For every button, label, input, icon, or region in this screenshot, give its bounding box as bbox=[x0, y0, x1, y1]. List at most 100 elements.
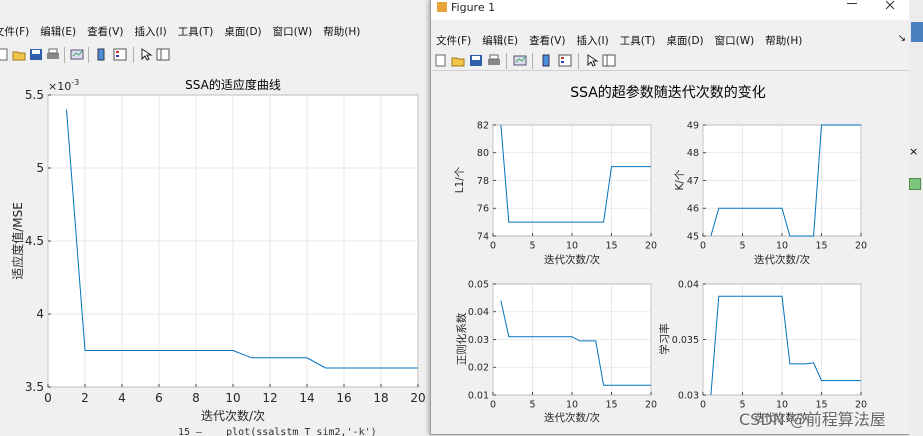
right-titlebar: Figure 1 bbox=[431, 0, 909, 20]
menu-tools[interactable]: 工具(T) bbox=[620, 33, 656, 48]
toolbar-separator bbox=[578, 53, 579, 69]
subplot-reg-ylabel: 正则化系数 bbox=[455, 312, 468, 365]
fitness-curve-plot: 0 2 4 6 8 10 12 14 16 18 20 3.5 4 4.5 5 5.5 SSA的适应度曲线 ×… bbox=[10, 77, 426, 423]
figure-title: SSA的超参数随迭代次数的变化 bbox=[570, 84, 766, 101]
y-axis-label: 适应度值/MSE bbox=[10, 202, 25, 280]
y-tick-label: 5.5 bbox=[25, 88, 44, 102]
x-tick-label: 0 bbox=[490, 400, 496, 411]
y-tick-label: 74 bbox=[477, 231, 489, 242]
x-tick-label: 10 bbox=[776, 241, 788, 252]
edge-blue-tab bbox=[911, 22, 923, 42]
y-tick-label: 48 bbox=[687, 148, 699, 159]
pointer-arrow-icon[interactable] bbox=[585, 54, 599, 67]
y-tick-label: 78 bbox=[477, 176, 489, 187]
save-icon[interactable] bbox=[469, 54, 483, 67]
y-tick-label: 0.04 bbox=[468, 307, 489, 318]
x-tick-label: 5 bbox=[529, 400, 535, 411]
code-line: 15 — plot(ssalstm_T_sim2,'-k') bbox=[178, 427, 377, 436]
x-tick-label: 2 bbox=[81, 391, 89, 405]
x-tick-label: 12 bbox=[262, 391, 277, 405]
x-tick-label: 0 bbox=[700, 400, 706, 411]
x-tick-label: 20 bbox=[645, 241, 657, 252]
subplot-k: 0 5 10 15 20 45 46 47 48 49 迭代次数/次 K/个 bbox=[674, 120, 867, 266]
y-tick-label: 47 bbox=[687, 176, 699, 187]
window-title: Figure 1 bbox=[451, 1, 496, 14]
x-tick-label: 10 bbox=[225, 391, 240, 405]
y-tick-label: 3.5 bbox=[25, 380, 44, 394]
new-file-icon[interactable] bbox=[434, 54, 448, 67]
toolbar-separator bbox=[506, 53, 507, 69]
print-icon[interactable] bbox=[487, 54, 501, 67]
x-tick-label: 20 bbox=[645, 400, 657, 411]
subplot-k-xlabel: 迭代次数/次 bbox=[754, 253, 811, 266]
legend-icon[interactable] bbox=[558, 54, 572, 67]
right-toolbar bbox=[431, 51, 909, 71]
code-text: plot(ssalstm_T_sim2,'-k') bbox=[226, 427, 377, 436]
x-tick-label: 0 bbox=[490, 241, 496, 252]
x-tick-label: 5 bbox=[529, 241, 535, 252]
left-figure-window: 文件(F)编辑(E)查看(V)插入(I)工具(T)桌面(D)窗口(W)帮助(H)… bbox=[0, 0, 432, 436]
close-icon[interactable] bbox=[885, 0, 895, 10]
background-edge-strip: × bbox=[909, 0, 923, 436]
subplot-learning-rate: 0 5 10 15 200.030.0350.04 迭代次数/次 学习率 bbox=[658, 279, 867, 424]
y-tick-label: 0.05 bbox=[468, 279, 489, 290]
subplot-l1-ylabel: L1/个 bbox=[454, 166, 466, 193]
y-tick-label: 5 bbox=[36, 161, 44, 175]
y-tick-label: 0.04 bbox=[678, 279, 699, 290]
colorbar-icon[interactable] bbox=[539, 54, 553, 67]
x-tick-label: 15 bbox=[605, 241, 617, 252]
x-tick-label: 6 bbox=[155, 391, 163, 405]
x-tick-label: 16 bbox=[336, 391, 351, 405]
subplot-lr-ylabel: 学习率 bbox=[658, 323, 671, 355]
figure-app-icon bbox=[437, 2, 447, 12]
y-tick-label: 0.01 bbox=[468, 390, 489, 401]
menu-help[interactable]: 帮助(H) bbox=[765, 33, 802, 48]
x-tick-label: 0 bbox=[700, 241, 706, 252]
x-axis-label: 迭代次数/次 bbox=[201, 408, 265, 423]
edge-close-icon[interactable]: × bbox=[909, 145, 918, 158]
dock-arrow-icon[interactable]: ↘ bbox=[898, 33, 906, 44]
subplot-l1-xlabel: 迭代次数/次 bbox=[544, 253, 601, 266]
y-tick-label: 0.02 bbox=[468, 363, 489, 374]
y-tick-label: 4.5 bbox=[25, 234, 44, 248]
x-tick-label: 8 bbox=[192, 391, 200, 405]
x-tick-label: 4 bbox=[118, 391, 126, 405]
hyperparameter-figure: SSA的超参数随迭代次数的变化 0 5 10 15 20 74 76 78 80 82 迭代次数/… bbox=[454, 84, 867, 424]
menu-insert[interactable]: 插入(I) bbox=[576, 33, 608, 48]
y-exponent-label: ×10-3 bbox=[48, 78, 79, 93]
open-folder-icon[interactable] bbox=[451, 54, 465, 67]
x-tick-label: 15 bbox=[815, 241, 827, 252]
toolbar-divider bbox=[431, 70, 909, 71]
menu-window[interactable]: 窗口(W) bbox=[715, 33, 755, 48]
y-tick-label: 82 bbox=[477, 120, 489, 131]
y-tick-label: 0.03 bbox=[468, 335, 489, 346]
code-line-number: 15 — bbox=[178, 427, 203, 436]
x-tick-label: 20 bbox=[410, 391, 425, 405]
y-tick-label: 4 bbox=[36, 307, 44, 321]
menu-desktop[interactable]: 桌面(D) bbox=[666, 33, 703, 48]
minimize-icon[interactable] bbox=[847, 3, 857, 4]
y-tick-label: 80 bbox=[477, 148, 489, 159]
y-tick-label: 76 bbox=[477, 204, 489, 215]
x-tick-label: 10 bbox=[566, 400, 578, 411]
menu-edit[interactable]: 编辑(E) bbox=[482, 33, 518, 48]
property-editor-icon[interactable] bbox=[602, 54, 616, 67]
x-tick-label: 15 bbox=[605, 400, 617, 411]
subplot-regularization: 0 5 10 15 20 0.01 0.02 0.03 0.04 0.05 迭代次数/次 正则化系… bbox=[455, 279, 657, 424]
plot-title: SSA的适应度曲线 bbox=[185, 77, 281, 92]
edge-green-indicator bbox=[909, 178, 921, 190]
y-tick-label: 46 bbox=[687, 204, 699, 215]
toolbar-separator bbox=[532, 53, 533, 69]
csdn-watermark: CSDN @前程算法屋 bbox=[739, 410, 886, 429]
right-menubar: 文件(F) 编辑(E) 查看(V) 插入(I) 工具(T) 桌面(D) 窗口(W) 帮助(H)… bbox=[436, 33, 906, 51]
x-tick-label: 14 bbox=[299, 391, 314, 405]
menu-view[interactable]: 查看(V) bbox=[529, 33, 565, 48]
link-plot-icon[interactable] bbox=[513, 54, 527, 67]
x-tick-label: 5 bbox=[739, 241, 745, 252]
subplot-reg-xlabel: 迭代次数/次 bbox=[544, 411, 601, 424]
subplot-k-ylabel: K/个 bbox=[674, 169, 686, 190]
menu-file[interactable]: 文件(F) bbox=[436, 33, 471, 48]
y-tick-label: 49 bbox=[687, 120, 699, 131]
y-tick-label: 0.035 bbox=[672, 335, 699, 346]
x-tick-label: 10 bbox=[566, 241, 578, 252]
